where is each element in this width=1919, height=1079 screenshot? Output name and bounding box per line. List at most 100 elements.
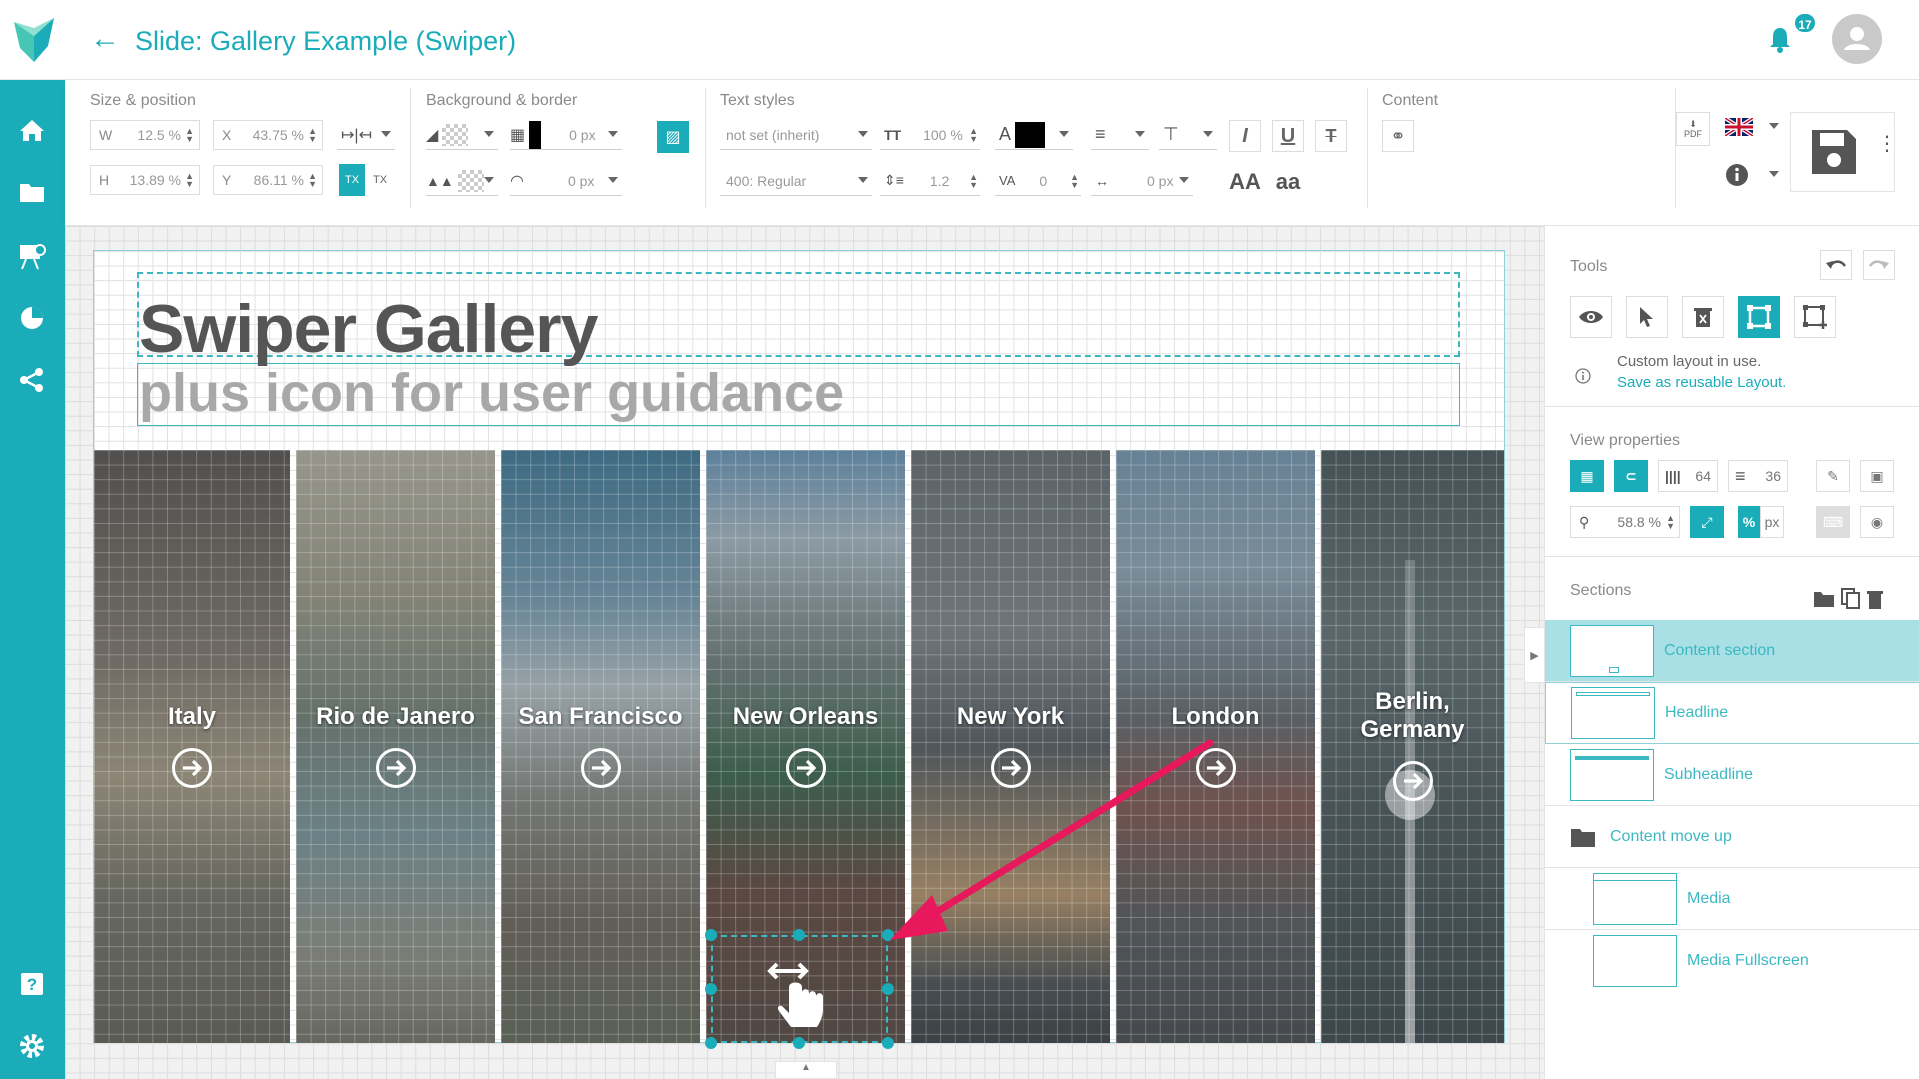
back-arrow-icon[interactable]: ← xyxy=(90,24,120,54)
vertical-align-dropdown[interactable]: ⊤ xyxy=(1159,120,1217,150)
align-dropdown[interactable]: ↦|↤ xyxy=(337,120,395,150)
ruler-toggle-button[interactable]: ✎ xyxy=(1816,460,1850,492)
scroll-down-tab[interactable]: ▲ xyxy=(775,1061,837,1079)
gallery-panel[interactable]: San Francisco xyxy=(501,450,700,1043)
slide-headline[interactable]: Swiper Gallery xyxy=(139,290,598,368)
text-align-dropdown[interactable]: ≡ xyxy=(1091,120,1149,150)
font-weight-dropdown[interactable]: 400: Regular xyxy=(720,166,872,196)
delete-tool-button[interactable] xyxy=(1682,296,1724,338)
letter-spacing-field[interactable]: VA 0 ▲ ▼ xyxy=(995,166,1081,196)
strikethrough-button[interactable]: T xyxy=(1315,120,1347,152)
background-fill-dropdown[interactable]: ◢ xyxy=(426,120,498,150)
flip-vertical-button[interactable]: TX xyxy=(367,164,393,196)
uppercase-button[interactable]: AA xyxy=(1229,166,1261,198)
stepper-icon[interactable]: ▲ ▼ xyxy=(308,127,317,144)
zoom-field[interactable]: ⚲ 58.8 % ▲ ▼ xyxy=(1570,506,1680,538)
italic-button[interactable]: I xyxy=(1229,120,1261,152)
stepper-icon[interactable]: ▲ ▼ xyxy=(1070,173,1079,190)
border-width-dropdown[interactable]: ▦ 0 px xyxy=(510,120,622,150)
new-folder-icon[interactable] xyxy=(1813,590,1835,613)
preview-tool-button[interactable] xyxy=(1570,296,1612,338)
language-dropdown[interactable] xyxy=(1725,112,1783,142)
trash-icon[interactable] xyxy=(1867,589,1883,614)
visibility-toggle-button[interactable]: ◉ xyxy=(1860,506,1894,538)
underline-button[interactable]: U xyxy=(1272,120,1304,152)
arrow-right-icon[interactable] xyxy=(580,748,621,788)
help-icon[interactable]: ? xyxy=(16,968,48,1000)
x-field[interactable]: X 43.75 % ▲ ▼ xyxy=(213,120,323,150)
grid-toggle-button[interactable]: ▦ xyxy=(1570,460,1604,492)
undo-icon[interactable] xyxy=(1820,250,1852,280)
bell-icon[interactable] xyxy=(1768,26,1792,54)
arrow-right-icon[interactable] xyxy=(375,748,416,788)
font-size-field[interactable]: TT 100 % ▲ ▼ xyxy=(880,120,980,150)
arrow-right-icon[interactable] xyxy=(1392,761,1433,801)
arrow-right-icon[interactable] xyxy=(785,748,826,788)
gallery-panel[interactable]: Italy xyxy=(94,450,290,1043)
resize-handle[interactable] xyxy=(882,983,894,995)
border-radius-dropdown[interactable]: ◠ 0 px xyxy=(510,166,622,196)
stepper-icon[interactable]: ▲ ▼ xyxy=(969,127,978,144)
section-item-media-fullscreen[interactable]: Media Fullscreen xyxy=(1545,930,1919,992)
section-item-subheadline[interactable]: Subheadline xyxy=(1545,744,1919,806)
flip-horizontal-button[interactable]: TX xyxy=(339,164,365,196)
height-field[interactable]: H 13.89 % ▲ ▼ xyxy=(90,165,200,195)
resize-handle[interactable] xyxy=(705,929,717,941)
share-icon[interactable] xyxy=(16,364,48,396)
snap-toggle-button[interactable]: ⊂ xyxy=(1614,460,1648,492)
more-options-icon[interactable]: ⋮ xyxy=(1877,134,1897,154)
font-family-dropdown[interactable]: not set (inherit) xyxy=(720,120,872,150)
word-spacing-field[interactable]: ↔ 0 px xyxy=(1091,166,1193,196)
lowercase-button[interactable]: aa xyxy=(1272,166,1304,198)
select-tool-button[interactable] xyxy=(1626,296,1668,338)
app-logo-icon[interactable] xyxy=(14,18,54,62)
width-field[interactable]: W 12.5 % ▲ ▼ xyxy=(90,120,200,150)
line-height-field[interactable]: ⇕≡ 1.2 ▲ ▼ xyxy=(880,166,980,196)
gallery-panel[interactable]: Rio de Janero xyxy=(296,450,495,1043)
avatar[interactable] xyxy=(1832,14,1882,64)
selected-swipe-hint-element[interactable] xyxy=(711,935,888,1043)
y-field[interactable]: Y 86.11 % ▲ ▼ xyxy=(213,165,323,195)
columns-field[interactable]: |||| 64 xyxy=(1658,460,1718,492)
collapse-panel-button[interactable]: ▶ xyxy=(1524,627,1544,683)
unit-px-button[interactable]: px xyxy=(1760,506,1784,538)
copy-icon[interactable] xyxy=(1841,588,1861,615)
redo-icon[interactable] xyxy=(1863,250,1895,280)
home-icon[interactable] xyxy=(16,114,48,146)
apply-style-button[interactable]: ▨ xyxy=(657,121,689,153)
stepper-icon[interactable]: ▲ ▼ xyxy=(185,127,194,144)
input-toggle-button[interactable]: ⌨ xyxy=(1816,506,1850,538)
resize-handle[interactable] xyxy=(793,929,805,941)
transform-tool-button[interactable] xyxy=(1738,296,1780,338)
add-element-tool-button[interactable] xyxy=(1794,296,1836,338)
folder-icon[interactable] xyxy=(16,176,48,208)
stepper-icon[interactable]: ▲ ▼ xyxy=(308,172,317,189)
resize-handle[interactable] xyxy=(882,1037,894,1049)
info-dropdown[interactable] xyxy=(1725,160,1783,190)
guides-toggle-button[interactable]: ▣ xyxy=(1860,460,1894,492)
settings-icon[interactable] xyxy=(16,1030,48,1062)
resize-handle[interactable] xyxy=(705,1037,717,1049)
arrow-right-icon[interactable] xyxy=(172,748,212,788)
slide-subheadline[interactable]: plus icon for user guidance xyxy=(139,362,844,424)
save-layout-link[interactable]: Save as reusable Layout. xyxy=(1617,374,1786,391)
presentation-icon[interactable] xyxy=(16,240,48,272)
stepper-icon[interactable]: ▲ ▼ xyxy=(969,173,978,190)
stepper-icon[interactable]: ▲ ▼ xyxy=(1666,514,1675,531)
link-button[interactable]: ⚭ xyxy=(1382,120,1414,152)
rows-field[interactable]: ≡ 36 xyxy=(1728,460,1788,492)
section-item-headline[interactable]: Headline xyxy=(1545,682,1919,744)
section-folder-content-move-up[interactable]: Content move up xyxy=(1545,806,1919,868)
section-item-content-section[interactable]: Content section xyxy=(1545,620,1919,682)
background-image-dropdown[interactable]: ▲▲ xyxy=(426,166,498,196)
resize-handle[interactable] xyxy=(705,983,717,995)
text-color-dropdown[interactable]: A xyxy=(995,120,1073,150)
unit-percent-button[interactable]: % xyxy=(1738,506,1760,538)
gallery-panel[interactable]: Berlin, Germany xyxy=(1321,450,1504,1043)
section-item-media[interactable]: Media xyxy=(1545,868,1919,930)
fit-to-screen-button[interactable]: ⤢ xyxy=(1690,506,1724,538)
pie-chart-icon[interactable] xyxy=(16,302,48,334)
save-button[interactable] xyxy=(1809,127,1859,177)
resize-handle[interactable] xyxy=(793,1037,805,1049)
pdf-export-button[interactable]: ⬇ PDF xyxy=(1676,112,1710,146)
